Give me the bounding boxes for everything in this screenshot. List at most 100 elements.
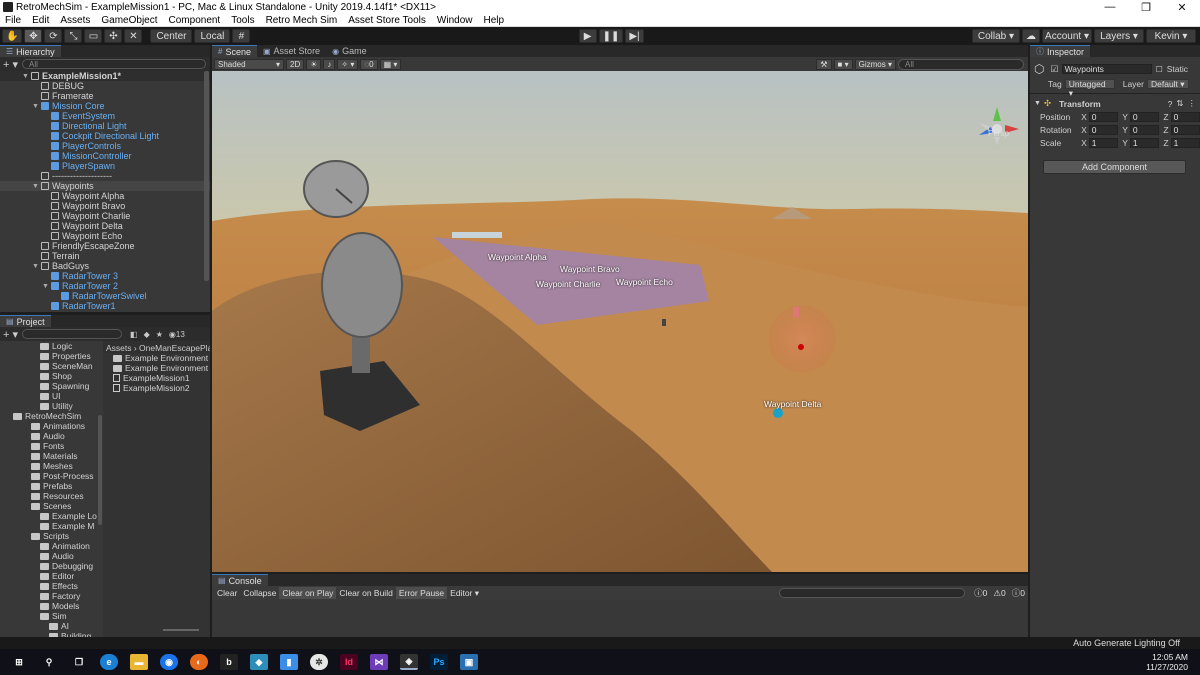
project-folder-item[interactable]: UI	[0, 391, 100, 401]
menu-assets[interactable]: Assets	[55, 15, 96, 26]
file-explorer-icon[interactable]: ▬	[130, 654, 148, 670]
editor-target-dropdown[interactable]: Editor ▾	[447, 587, 482, 599]
project-folder-item[interactable]: Prefabs	[0, 481, 100, 491]
layout-dropdown[interactable]: Kevin ▾	[1146, 29, 1196, 43]
tab-console[interactable]: ▤ Console	[212, 574, 268, 586]
account-dropdown[interactable]: Account ▾	[1042, 29, 1092, 43]
project-folder-item[interactable]: Meshes	[0, 461, 100, 471]
tab-project[interactable]: ▤ Project	[0, 315, 51, 327]
hierarchy-item[interactable]: FriendlyEscapeZone	[0, 241, 210, 251]
phone-app-icon[interactable]: ▮	[280, 654, 298, 670]
object-name-field[interactable]: Waypoints	[1061, 64, 1152, 74]
console-search-input[interactable]	[779, 588, 966, 598]
indesign-icon[interactable]: Id	[340, 654, 358, 670]
menu-asset-store-tools[interactable]: Asset Store Tools	[343, 15, 432, 26]
hierarchy-item[interactable]: Directional Light	[0, 121, 210, 131]
audio-toggle-icon[interactable]: ♪	[323, 58, 336, 70]
project-file-item[interactable]: ExampleMission2	[103, 383, 210, 393]
project-folder-item[interactable]: Resources	[0, 491, 100, 501]
rect-tool-icon[interactable]: ▭	[84, 29, 103, 43]
active-checkbox[interactable]: ☑	[1050, 64, 1058, 75]
search-icon[interactable]: ⚲	[40, 654, 58, 670]
icon-size-slider[interactable]	[163, 629, 199, 631]
filter-label-icon[interactable]: ◆	[144, 330, 150, 339]
toggle-2d-button[interactable]: 2D	[286, 58, 305, 70]
pivot-center-toggle[interactable]: Center	[150, 29, 193, 43]
hierarchy-item[interactable]: Waypoint Delta	[0, 221, 210, 231]
collab-dropdown[interactable]: Collab ▾	[971, 29, 1020, 43]
tab-hierarchy[interactable]: ☰ Hierarchy	[0, 45, 61, 57]
step-button[interactable]: ▶|	[625, 29, 644, 43]
rotation-z-field[interactable]: 0	[1170, 124, 1200, 135]
pause-button[interactable]: ❚❚	[598, 29, 624, 43]
clear-on-play-toggle[interactable]: Clear on Play	[279, 587, 337, 599]
project-folder-item[interactable]: Fonts	[0, 441, 100, 451]
edge-browser-icon[interactable]: e	[100, 654, 118, 670]
hierarchy-item[interactable]: Waypoint Echo	[0, 231, 210, 241]
create-plus-icon[interactable]: + ▾	[3, 58, 18, 71]
blender-icon[interactable]: b	[220, 654, 238, 670]
static-checkbox[interactable]: ☐	[1156, 65, 1163, 74]
expand-arrow-icon[interactable]: ▼	[22, 73, 31, 80]
project-folder-item[interactable]: Example Lo	[0, 511, 100, 521]
hierarchy-item[interactable]: Waypoint Bravo	[0, 201, 210, 211]
project-folder-item[interactable]: Shop	[0, 371, 100, 381]
maps-icon[interactable]: ◉	[160, 654, 178, 670]
project-folder-item[interactable]: AI	[0, 621, 100, 631]
log-count-toggle[interactable]: ⓘ 0	[971, 587, 990, 599]
move-tool-icon[interactable]: ✥	[24, 29, 43, 43]
hierarchy-scrollbar[interactable]	[204, 71, 209, 281]
cloud-icon[interactable]: ☁	[1022, 29, 1040, 43]
notes-app-icon[interactable]: ◆	[250, 654, 268, 670]
project-folder-item[interactable]: Properties	[0, 351, 100, 361]
hierarchy-item[interactable]: MissionController	[0, 151, 210, 161]
project-folder-item[interactable]: Example M	[0, 521, 100, 531]
gizmos-dropdown[interactable]: Gizmos ▾	[854, 58, 896, 70]
project-search-input[interactable]	[22, 329, 123, 339]
hand-tool-icon[interactable]: ✋	[2, 29, 23, 43]
project-folder-item[interactable]: Effects	[0, 581, 100, 591]
camera-settings-icon[interactable]: ■ ▾	[833, 58, 853, 70]
scale-y-field[interactable]: 1	[1129, 137, 1160, 148]
minimize-button[interactable]: —	[1092, 1, 1128, 14]
clear-button[interactable]: Clear	[214, 587, 240, 599]
scale-x-field[interactable]: 1	[1088, 137, 1119, 148]
project-folder-item[interactable]: Audio	[0, 431, 100, 441]
tab-scene[interactable]: # Scene	[212, 45, 257, 57]
tag-dropdown[interactable]: Untagged ▾	[1064, 78, 1115, 97]
favorite-star-icon[interactable]: ★	[156, 330, 163, 339]
grid-toggle-icon[interactable]: ▦ ▾	[379, 58, 402, 70]
hierarchy-item[interactable]: PlayerControls	[0, 141, 210, 151]
hierarchy-item[interactable]: Waypoint Charlie	[0, 211, 210, 221]
hierarchy-item[interactable]: Waypoint Alpha	[0, 191, 210, 201]
menu-tools[interactable]: Tools	[226, 15, 260, 26]
rotate-tool-icon[interactable]: ⟳	[44, 29, 63, 43]
hierarchy-item[interactable]: Terrain	[0, 251, 210, 261]
transform-tool-icon[interactable]: ✣	[104, 29, 123, 43]
scale-tool-icon[interactable]: ⤡	[64, 29, 83, 43]
hierarchy-item[interactable]: ▼ RadarTower 2	[0, 281, 210, 291]
hierarchy-item[interactable]: EventSystem	[0, 111, 210, 121]
hierarchy-item[interactable]: RadarTower1	[0, 301, 210, 311]
error-pause-toggle[interactable]: Error Pause	[395, 587, 448, 599]
position-z-field[interactable]: 0	[1170, 111, 1200, 122]
add-component-button[interactable]: Add Component	[1043, 160, 1186, 174]
pivot-local-toggle[interactable]: Local	[194, 29, 231, 43]
visual-studio-icon[interactable]: ⋈	[370, 654, 388, 670]
expand-arrow-icon[interactable]: ▼	[32, 263, 41, 270]
project-folder-item[interactable]: Spawning	[0, 381, 100, 391]
project-tree-scrollbar[interactable]	[98, 415, 102, 525]
layers-dropdown[interactable]: Layers ▾	[1094, 29, 1144, 43]
unity-taskbar-icon[interactable]: ◈	[400, 654, 418, 670]
grid-snap-icon[interactable]: #	[232, 29, 251, 43]
custom-tool-icon[interactable]: ✕	[124, 29, 143, 43]
project-folder-item[interactable]: Logic	[0, 341, 100, 351]
menu-gameobject[interactable]: GameObject	[96, 15, 163, 26]
tab-inspector[interactable]: ⓘ Inspector	[1030, 45, 1091, 57]
scene-search-input[interactable]: All	[898, 58, 1024, 70]
project-folder-item[interactable]: Animations	[0, 421, 100, 431]
project-breadcrumb[interactable]: Assets › OneManEscapePlan	[103, 341, 210, 353]
transform-header[interactable]: ▼ ✣ Transform ? ⇅ ⋮	[1030, 97, 1200, 110]
project-file-item[interactable]: ExampleMission1	[103, 373, 210, 383]
tab-game[interactable]: ◉ Game	[326, 45, 373, 57]
